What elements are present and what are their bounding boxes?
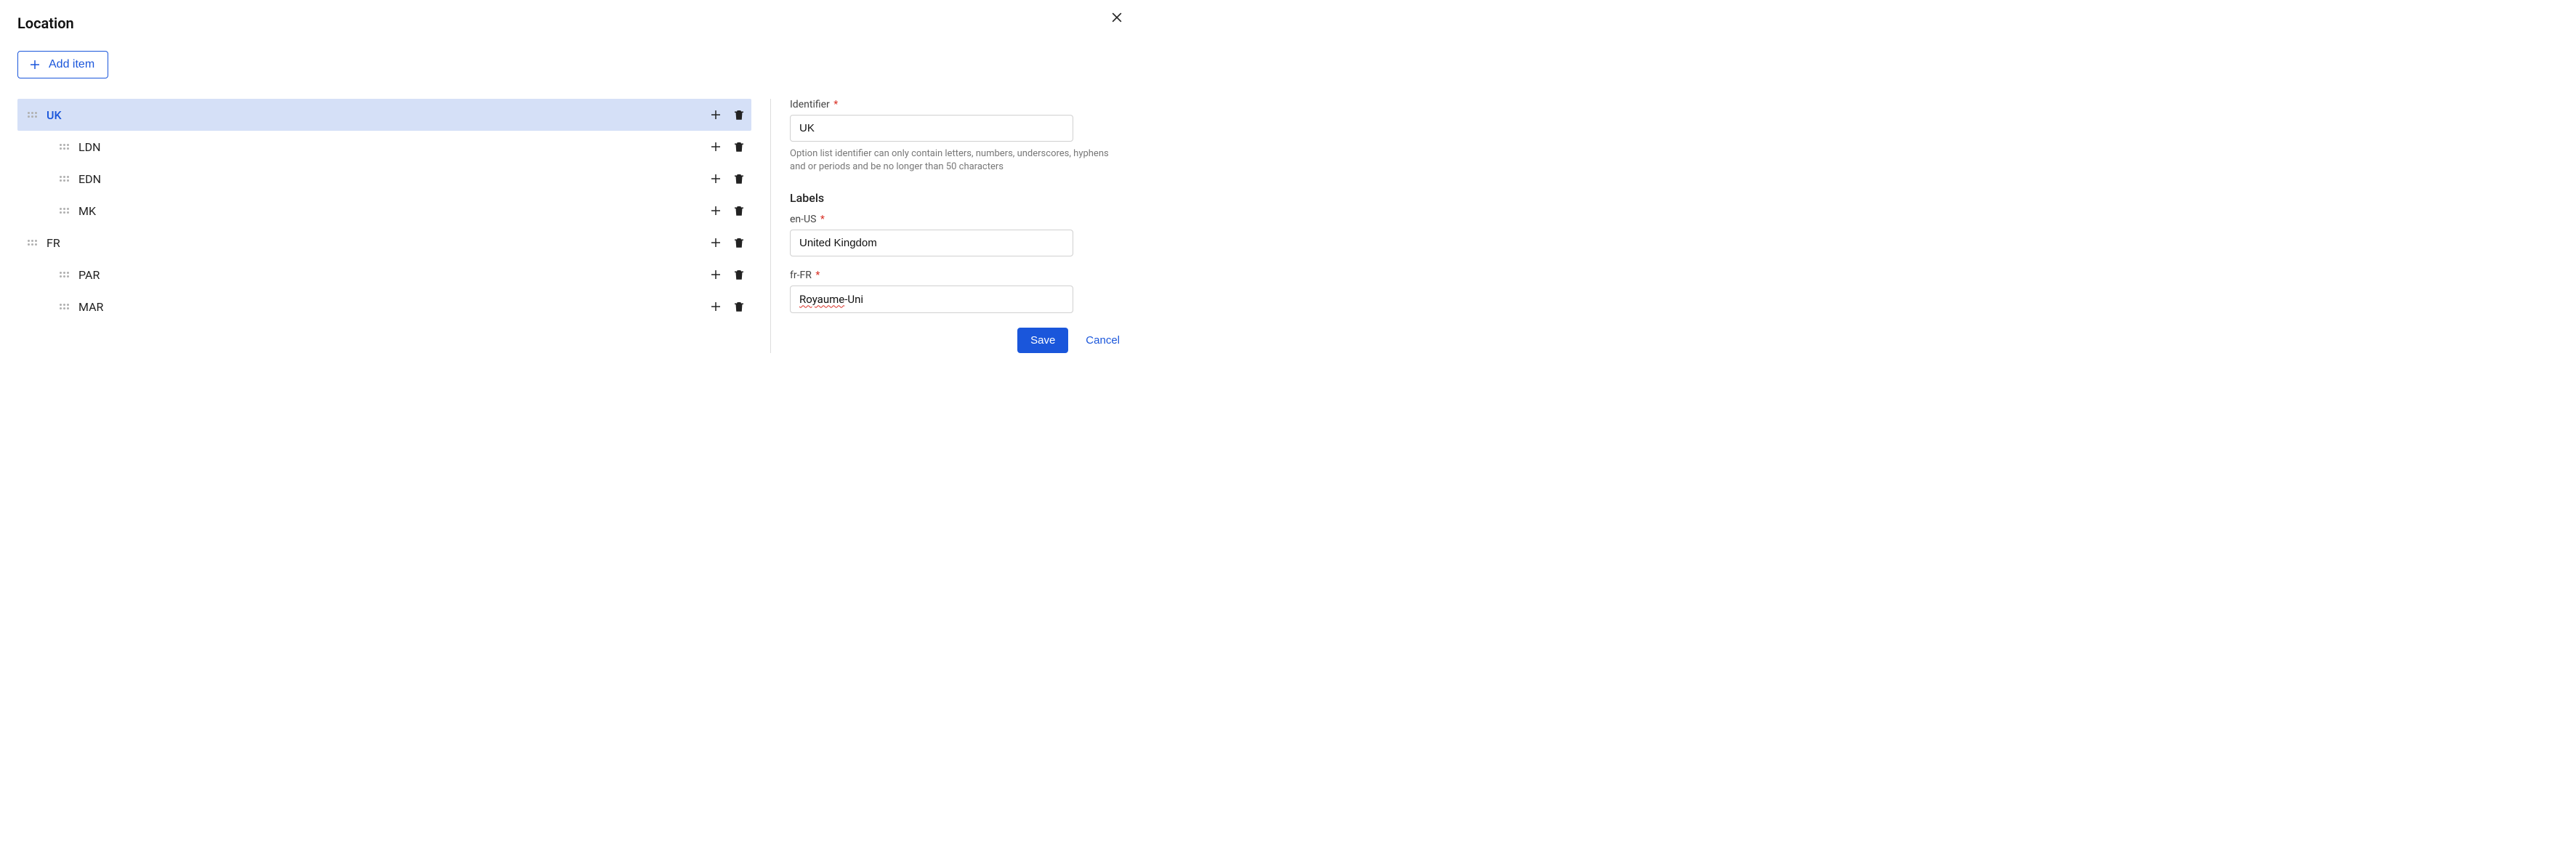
row-actions xyxy=(709,268,751,281)
drag-handle-icon[interactable] xyxy=(58,301,70,312)
identifier-input[interactable] xyxy=(790,115,1073,142)
delete-button[interactable] xyxy=(732,172,746,185)
panel-divider xyxy=(770,99,771,353)
trash-icon xyxy=(732,172,746,185)
drag-handle-icon[interactable] xyxy=(26,237,38,248)
drag-handle-icon[interactable] xyxy=(58,173,70,185)
identifier-label: Identifier * xyxy=(790,99,1120,110)
plus-icon xyxy=(709,172,722,185)
close-icon xyxy=(1110,10,1124,25)
add-item-label: Add item xyxy=(49,58,94,71)
add-child-button[interactable] xyxy=(709,300,722,313)
trash-icon xyxy=(732,268,746,281)
row-actions xyxy=(709,140,751,153)
tree-row[interactable]: EDN xyxy=(17,163,751,195)
row-actions xyxy=(709,204,751,217)
form-panel: Identifier * Option list identifier can … xyxy=(790,99,1120,353)
add-child-button[interactable] xyxy=(709,236,722,249)
drag-handle-icon[interactable] xyxy=(58,205,70,216)
locale-input-en-US[interactable] xyxy=(790,230,1073,256)
plus-icon xyxy=(709,236,722,249)
row-actions xyxy=(709,172,751,185)
tree-row[interactable]: MAR xyxy=(17,291,751,323)
plus-icon xyxy=(709,268,722,281)
delete-button[interactable] xyxy=(732,300,746,313)
add-child-button[interactable] xyxy=(709,204,722,217)
tree-row-label: MK xyxy=(78,204,709,218)
trash-icon xyxy=(732,140,746,153)
trash-icon xyxy=(732,300,746,313)
save-button[interactable]: Save xyxy=(1017,328,1068,353)
row-actions xyxy=(709,236,751,249)
add-child-button[interactable] xyxy=(709,172,722,185)
locale-input-fr-FR[interactable]: Royaume-Uni xyxy=(790,286,1073,313)
trash-icon xyxy=(732,236,746,249)
tree-row-label: LDN xyxy=(78,140,709,154)
delete-button[interactable] xyxy=(732,204,746,217)
plus-icon xyxy=(709,140,722,153)
close-button[interactable] xyxy=(1110,10,1124,28)
row-actions xyxy=(709,108,751,121)
delete-button[interactable] xyxy=(732,140,746,153)
tree-row-label: MAR xyxy=(78,300,709,314)
drag-handle-icon[interactable] xyxy=(58,269,70,280)
tree-row-label: EDN xyxy=(78,172,709,186)
locale-label: en-US * xyxy=(790,214,1120,225)
plus-icon xyxy=(709,300,722,313)
tree-row[interactable]: LDN xyxy=(17,131,751,163)
drag-handle-icon[interactable] xyxy=(58,141,70,153)
tree-row-label: PAR xyxy=(78,268,709,282)
delete-button[interactable] xyxy=(732,108,746,121)
locale-label: fr-FR * xyxy=(790,270,1120,281)
plus-icon xyxy=(28,58,41,71)
labels-heading: Labels xyxy=(790,191,1120,205)
delete-button[interactable] xyxy=(732,236,746,249)
tree-panel: UK LDN EDN MK FR PAR MAR xyxy=(17,99,751,323)
page-title: Location xyxy=(17,15,1120,32)
add-child-button[interactable] xyxy=(709,108,722,121)
tree-row[interactable]: UK xyxy=(17,99,751,131)
delete-button[interactable] xyxy=(732,268,746,281)
trash-icon xyxy=(732,108,746,121)
trash-icon xyxy=(732,204,746,217)
tree-row[interactable]: MK xyxy=(17,195,751,227)
tree-row-label: UK xyxy=(47,108,709,122)
plus-icon xyxy=(709,108,722,121)
tree-row[interactable]: PAR xyxy=(17,259,751,291)
drag-handle-icon[interactable] xyxy=(26,109,38,121)
add-child-button[interactable] xyxy=(709,268,722,281)
add-child-button[interactable] xyxy=(709,140,722,153)
add-item-button[interactable]: Add item xyxy=(17,51,108,78)
tree-row-label: FR xyxy=(47,236,709,250)
tree-row[interactable]: FR xyxy=(17,227,751,259)
identifier-help-text: Option list identifier can only contain … xyxy=(790,147,1120,174)
cancel-button[interactable]: Cancel xyxy=(1086,334,1120,347)
row-actions xyxy=(709,300,751,313)
plus-icon xyxy=(709,204,722,217)
